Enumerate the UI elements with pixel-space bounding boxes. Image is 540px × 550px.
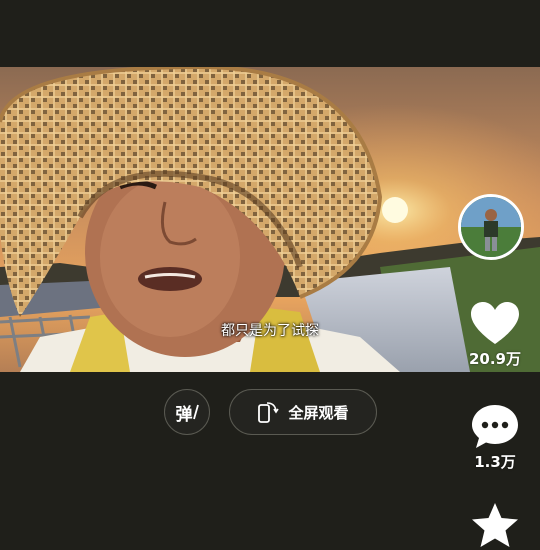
video-subtitle: 都只是为了试探 bbox=[221, 323, 319, 339]
creator-avatar[interactable] bbox=[458, 194, 524, 260]
avatar-image bbox=[461, 197, 521, 257]
fullscreen-label: 全屏观看 bbox=[288, 403, 349, 422]
like-count: 20.9万 bbox=[468, 350, 521, 368]
fullscreen-button[interactable]: 全屏观看 bbox=[229, 389, 377, 435]
like-action[interactable]: 20.9万 bbox=[460, 302, 530, 369]
heart-icon bbox=[471, 302, 519, 344]
comment-icon bbox=[472, 405, 518, 448]
rotate-screen-icon bbox=[258, 402, 280, 423]
danmu-toggle-button[interactable]: 弹 bbox=[164, 389, 210, 435]
danmu-label: 弹 bbox=[175, 404, 193, 425]
comment-action[interactable]: 1.3万 bbox=[460, 403, 530, 472]
favorite-action[interactable] bbox=[460, 502, 530, 550]
comment-count: 1.3万 bbox=[474, 453, 516, 471]
star-icon bbox=[472, 503, 518, 547]
slash-icon bbox=[192, 404, 199, 420]
